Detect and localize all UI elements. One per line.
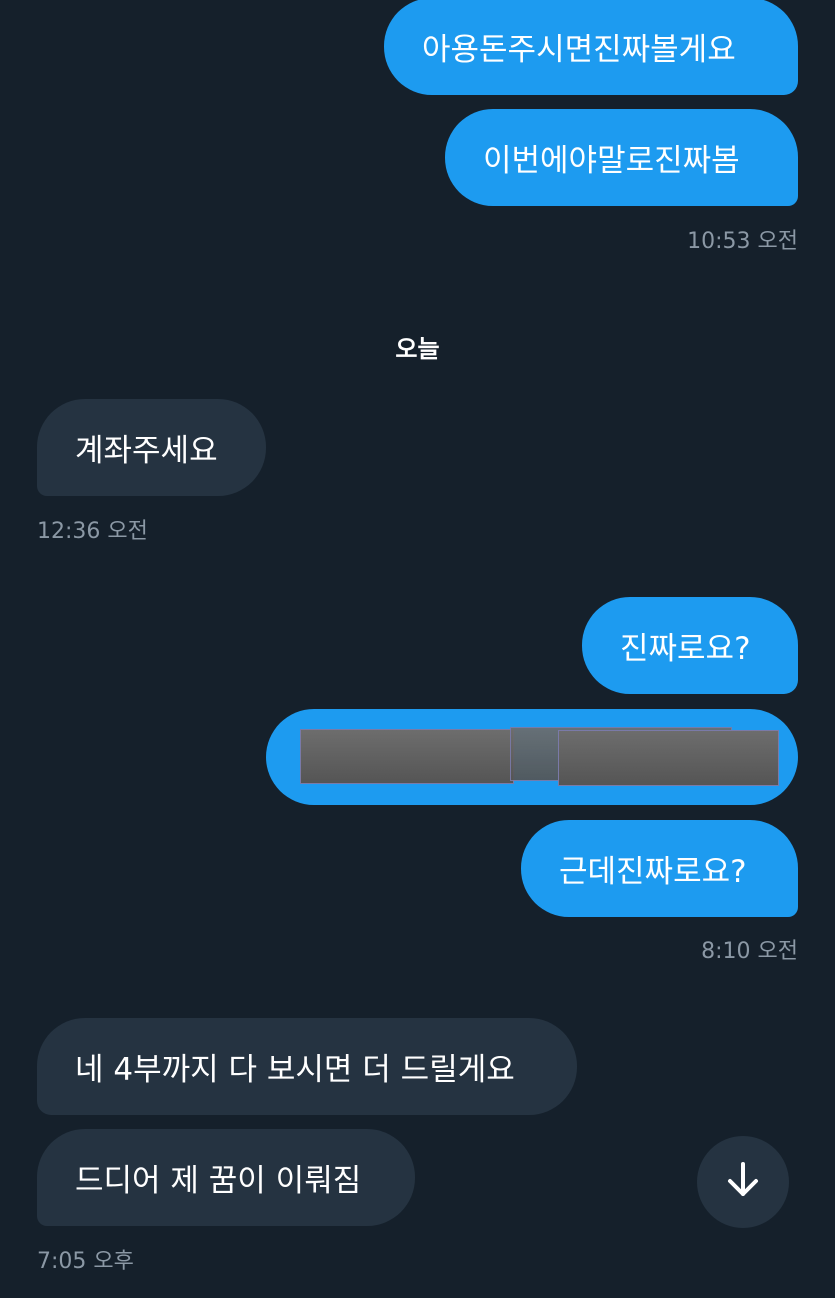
image-attachment[interactable]: [266, 709, 798, 805]
message-text: 드디어 제 꿈이 이뤄짐: [75, 1163, 362, 1199]
message-text: 진짜로요?: [620, 631, 751, 667]
received-message[interactable]: 계좌주세요: [37, 399, 266, 496]
day-separator: 오늘: [395, 335, 440, 363]
chat-screen: 아용돈주시면진짜볼게요 이번에야말로진짜봄 10:53 오전 오늘 계좌주세요 …: [0, 0, 835, 1298]
arrow-down-icon: [723, 1160, 763, 1204]
sent-message[interactable]: 진짜로요?: [582, 597, 798, 694]
message-timestamp: 8:10 오전: [701, 939, 798, 964]
sent-message[interactable]: 근데진짜로요?: [521, 820, 798, 917]
message-timestamp: 12:36 오전: [37, 519, 148, 544]
message-text: 네 4부까지 다 보시면 더 드릴게요: [75, 1052, 515, 1088]
message-text: 근데진짜로요?: [559, 854, 747, 890]
sent-message[interactable]: 이번에야말로진짜봄: [445, 109, 798, 206]
message-text: 이번에야말로진짜봄: [483, 143, 740, 179]
message-timestamp: 7:05 오후: [37, 1249, 134, 1274]
sent-message[interactable]: 아용돈주시면진짜볼게요: [384, 0, 798, 95]
image-bar: [558, 730, 779, 786]
message-text: 아용돈주시면진짜볼게요: [422, 32, 736, 68]
message-text: 계좌주세요: [75, 433, 218, 469]
received-message[interactable]: 네 4부까지 다 보시면 더 드릴게요: [37, 1018, 577, 1115]
message-timestamp: 10:53 오전: [687, 229, 798, 254]
image-bar: [300, 729, 514, 784]
received-message[interactable]: 드디어 제 꿈이 이뤄짐: [37, 1129, 415, 1226]
scroll-down-button[interactable]: [697, 1136, 789, 1228]
